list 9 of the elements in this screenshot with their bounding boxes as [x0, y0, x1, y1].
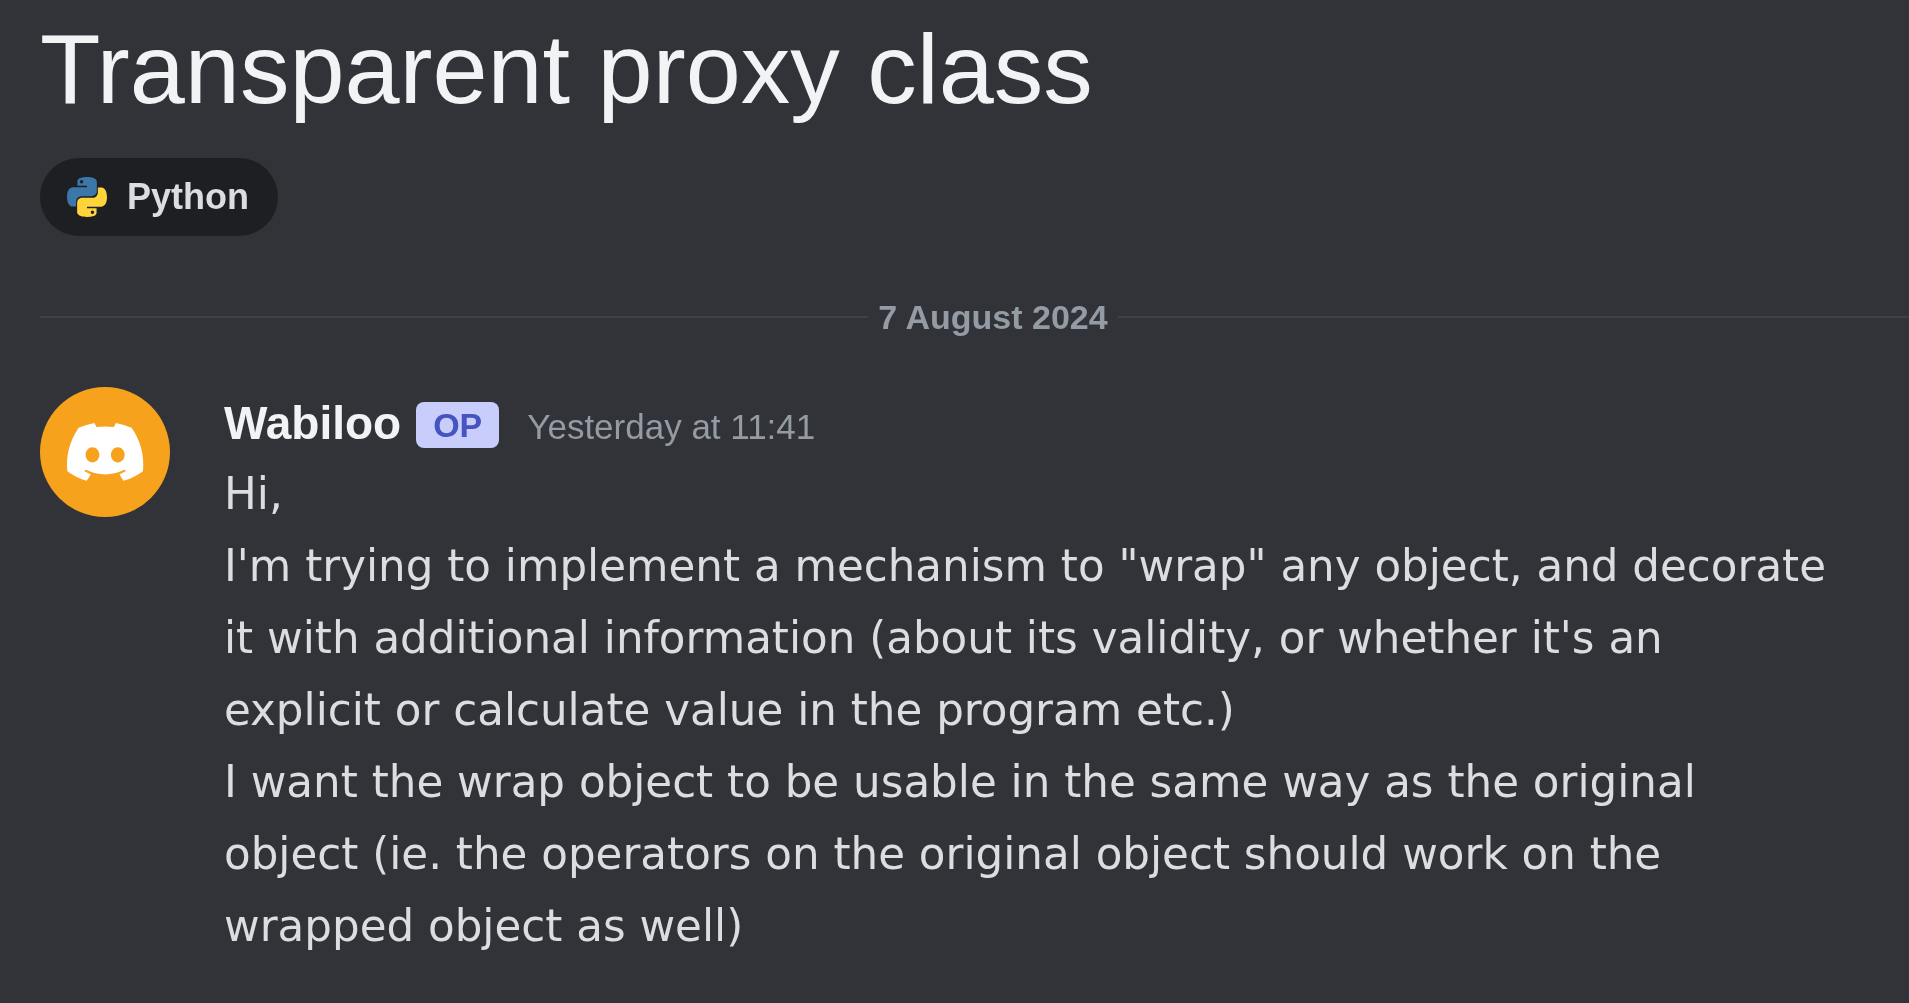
author-name[interactable]: Wabiloo — [224, 398, 402, 448]
date-label: 7 August 2024 — [878, 297, 1108, 338]
avatar-icon[interactable] — [40, 387, 170, 517]
python-logo-icon — [67, 177, 107, 217]
post-title: Transparent proxy class — [40, 12, 1093, 126]
tag-label: Python — [127, 176, 249, 218]
op-badge: OP — [416, 402, 500, 448]
message-text: Hi, I'm trying to implement a mechanism to "wrap" any object, and decorate it with additional information (about its validity, or whether it's an explicit or calculate value in the program etc.) I want the wrap object to be usable in the same way as the original object (ie. the operators on the original object should work on the wrapped object as well) — [224, 468, 1827, 953]
message-timestamp: Yesterday at 11:41 — [527, 406, 816, 448]
